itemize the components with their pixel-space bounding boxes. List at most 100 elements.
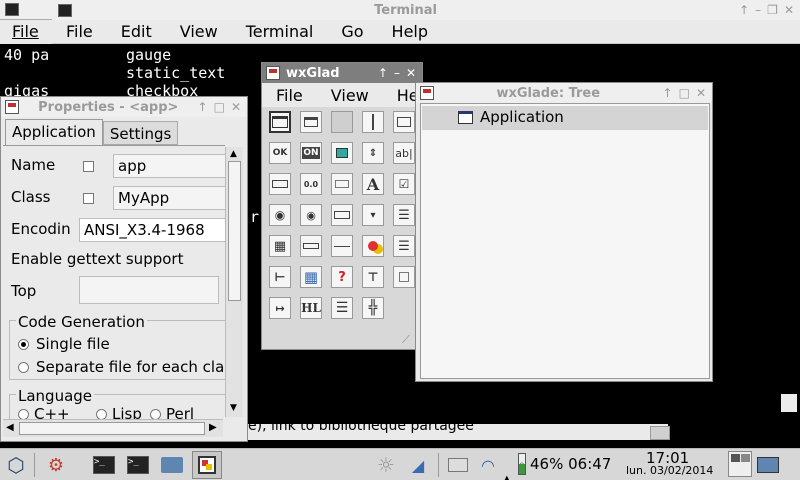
dialog-tool-icon[interactable] bbox=[300, 111, 322, 133]
clock-date[interactable]: lun. 03/02/2014 bbox=[626, 464, 713, 477]
spacer2-tool-icon[interactable]: ↦ bbox=[269, 297, 291, 319]
pin-icon[interactable]: ↑ bbox=[739, 3, 749, 17]
menu-file[interactable]: File bbox=[52, 22, 107, 41]
code-generation-label: Code Generation bbox=[16, 313, 147, 331]
class-checkbox[interactable] bbox=[83, 193, 94, 204]
scroll-left-icon[interactable]: ◀ bbox=[6, 422, 14, 433]
wxglade-titlebar[interactable]: wxGlad ↑ – ✕ bbox=[262, 63, 422, 83]
separate-file-radio[interactable] bbox=[18, 362, 29, 373]
close-icon[interactable]: ✕ bbox=[406, 66, 416, 80]
html-tool-icon[interactable]: ☰ bbox=[393, 235, 415, 257]
checkbox-tool-icon[interactable]: ☑ bbox=[393, 173, 415, 195]
bitmap-button-tool-icon[interactable] bbox=[331, 142, 353, 164]
terminal-titlebar[interactable]: Terminal ↑ – ❐ ✕ bbox=[52, 0, 800, 20]
combo-tool-icon[interactable] bbox=[269, 173, 291, 195]
signal-icon[interactable]: ◢ bbox=[406, 454, 430, 476]
scroll-thumb[interactable] bbox=[781, 394, 797, 412]
start-menu-icon[interactable]: ⬡ bbox=[4, 453, 28, 477]
workspace-switcher[interactable] bbox=[728, 451, 752, 477]
tree-item-application[interactable]: Application bbox=[422, 106, 708, 130]
choice-tool-icon[interactable] bbox=[331, 204, 353, 226]
terminal-launcher-icon[interactable]: >_ bbox=[92, 454, 116, 476]
tab-settings[interactable]: Settings bbox=[102, 121, 179, 145]
static-bitmap-tool-icon[interactable] bbox=[362, 235, 384, 257]
slider-tool-icon[interactable]: 0.0 bbox=[300, 173, 322, 195]
wifi-icon[interactable]: ◠ bbox=[476, 454, 500, 476]
grid-sizer-tool-icon[interactable]: ╬ bbox=[362, 297, 384, 319]
splitter-tool-icon[interactable] bbox=[362, 111, 384, 133]
folder-icon[interactable] bbox=[160, 454, 184, 476]
close-icon[interactable]: ✕ bbox=[696, 86, 706, 100]
settings-tool-icon[interactable]: ⚙ bbox=[44, 454, 68, 476]
close-icon[interactable]: ✕ bbox=[784, 3, 794, 17]
maximize-icon[interactable]: □ bbox=[214, 100, 225, 114]
wxglade-task-icon[interactable] bbox=[192, 451, 222, 479]
scroll-thumb[interactable] bbox=[19, 422, 205, 435]
grid-tool-icon[interactable]: ▦ bbox=[269, 235, 291, 257]
scroll-up-icon[interactable]: ▲ bbox=[230, 149, 237, 159]
pin-icon[interactable]: ↑ bbox=[198, 100, 208, 114]
ok-button-tool-icon[interactable]: OK bbox=[269, 142, 291, 164]
static-line-tool-icon[interactable] bbox=[331, 173, 353, 195]
gauge-tool-icon[interactable]: ☰ bbox=[393, 204, 415, 226]
show-desktop-icon[interactable] bbox=[756, 454, 780, 476]
background-menu-file[interactable]: File bbox=[12, 22, 39, 41]
menu-go[interactable]: Go bbox=[327, 22, 377, 41]
battery-icon[interactable]: 0 bbox=[518, 453, 526, 475]
panel-tool-icon[interactable] bbox=[331, 111, 353, 133]
terminal-scrollbar[interactable] bbox=[778, 44, 800, 424]
properties-titlebar[interactable]: Properties - <app> ↑ □ ✕ bbox=[1, 97, 247, 117]
class-field[interactable]: MyApp bbox=[113, 186, 225, 210]
brightness-icon[interactable]: ☼ bbox=[374, 453, 398, 477]
tree-tool-icon[interactable]: ⊢ bbox=[269, 266, 291, 288]
box-sizer-tool-icon[interactable]: ☰ bbox=[331, 297, 353, 319]
wxglade-menu-view[interactable]: View bbox=[317, 86, 383, 105]
scroll-thumb[interactable] bbox=[228, 161, 241, 301]
static-text-tool-icon[interactable]: A bbox=[362, 173, 384, 195]
list-box-tool-icon[interactable]: ▾ bbox=[362, 204, 384, 226]
line-tool-icon[interactable] bbox=[331, 235, 353, 257]
close-icon[interactable]: ✕ bbox=[231, 100, 241, 114]
terminal-launcher-icon[interactable]: >_ bbox=[126, 454, 150, 476]
maximize-icon[interactable]: ❐ bbox=[767, 3, 778, 17]
properties-vscrollbar[interactable]: ▲ ▼ bbox=[225, 147, 243, 417]
radio-box-tool-icon[interactable]: ◉ bbox=[300, 204, 322, 226]
single-file-radio[interactable] bbox=[18, 339, 29, 350]
maximize-icon[interactable]: □ bbox=[679, 86, 690, 100]
tab-application[interactable]: Application bbox=[5, 119, 103, 145]
name-checkbox[interactable] bbox=[83, 161, 94, 172]
text-ctrl-tool-icon[interactable]: ab| bbox=[393, 142, 415, 164]
pin-icon[interactable]: ↑ bbox=[378, 66, 388, 80]
cpp-radio[interactable] bbox=[18, 409, 29, 419]
wxglade-menu-file[interactable]: File bbox=[262, 86, 317, 105]
tree-titlebar[interactable]: wxGlade: Tree ↑ □ ✕ bbox=[416, 83, 712, 103]
menu-view[interactable]: View bbox=[166, 22, 232, 41]
frame-tool-icon[interactable] bbox=[269, 111, 291, 133]
minimize-icon[interactable]: – bbox=[755, 3, 761, 17]
notebook-tool-icon[interactable] bbox=[393, 111, 415, 133]
scroll-right-icon[interactable]: ▶ bbox=[209, 422, 217, 433]
pin-icon[interactable]: ↑ bbox=[663, 86, 673, 100]
menu-help[interactable]: Help bbox=[378, 22, 442, 41]
scroll-down-icon[interactable]: ▼ bbox=[230, 403, 237, 413]
list-ctrl-tool-icon[interactable] bbox=[300, 235, 322, 257]
toolbar-tool-icon[interactable]: ⊤ bbox=[362, 266, 384, 288]
spin-button-tool-icon[interactable]: ⇕ bbox=[362, 142, 384, 164]
menu-edit[interactable]: Edit bbox=[107, 22, 166, 41]
toggle-button-tool-icon[interactable]: ON bbox=[300, 142, 322, 164]
encoding-field[interactable]: ANSI_X3.4-1968 bbox=[79, 218, 225, 242]
perl-radio[interactable] bbox=[150, 409, 161, 419]
top-select[interactable] bbox=[79, 276, 219, 304]
menu-terminal[interactable]: Terminal bbox=[232, 22, 328, 41]
spacer-tool-icon[interactable] bbox=[393, 266, 415, 288]
lisp-radio[interactable] bbox=[96, 409, 107, 419]
radio-tool-icon[interactable]: ◉ bbox=[269, 204, 291, 226]
minimize-icon[interactable]: – bbox=[394, 66, 400, 80]
grid2-tool-icon[interactable]: ▦ bbox=[300, 266, 322, 288]
help-tool-icon[interactable]: ? bbox=[331, 266, 353, 288]
html-label-tool-icon[interactable]: HL bbox=[300, 297, 322, 319]
network-icon[interactable] bbox=[446, 454, 470, 476]
name-field[interactable]: app bbox=[113, 154, 225, 178]
properties-hscrollbar[interactable]: ◀ ▶ bbox=[3, 419, 223, 437]
terminal-bottom-scroll[interactable] bbox=[650, 426, 670, 440]
